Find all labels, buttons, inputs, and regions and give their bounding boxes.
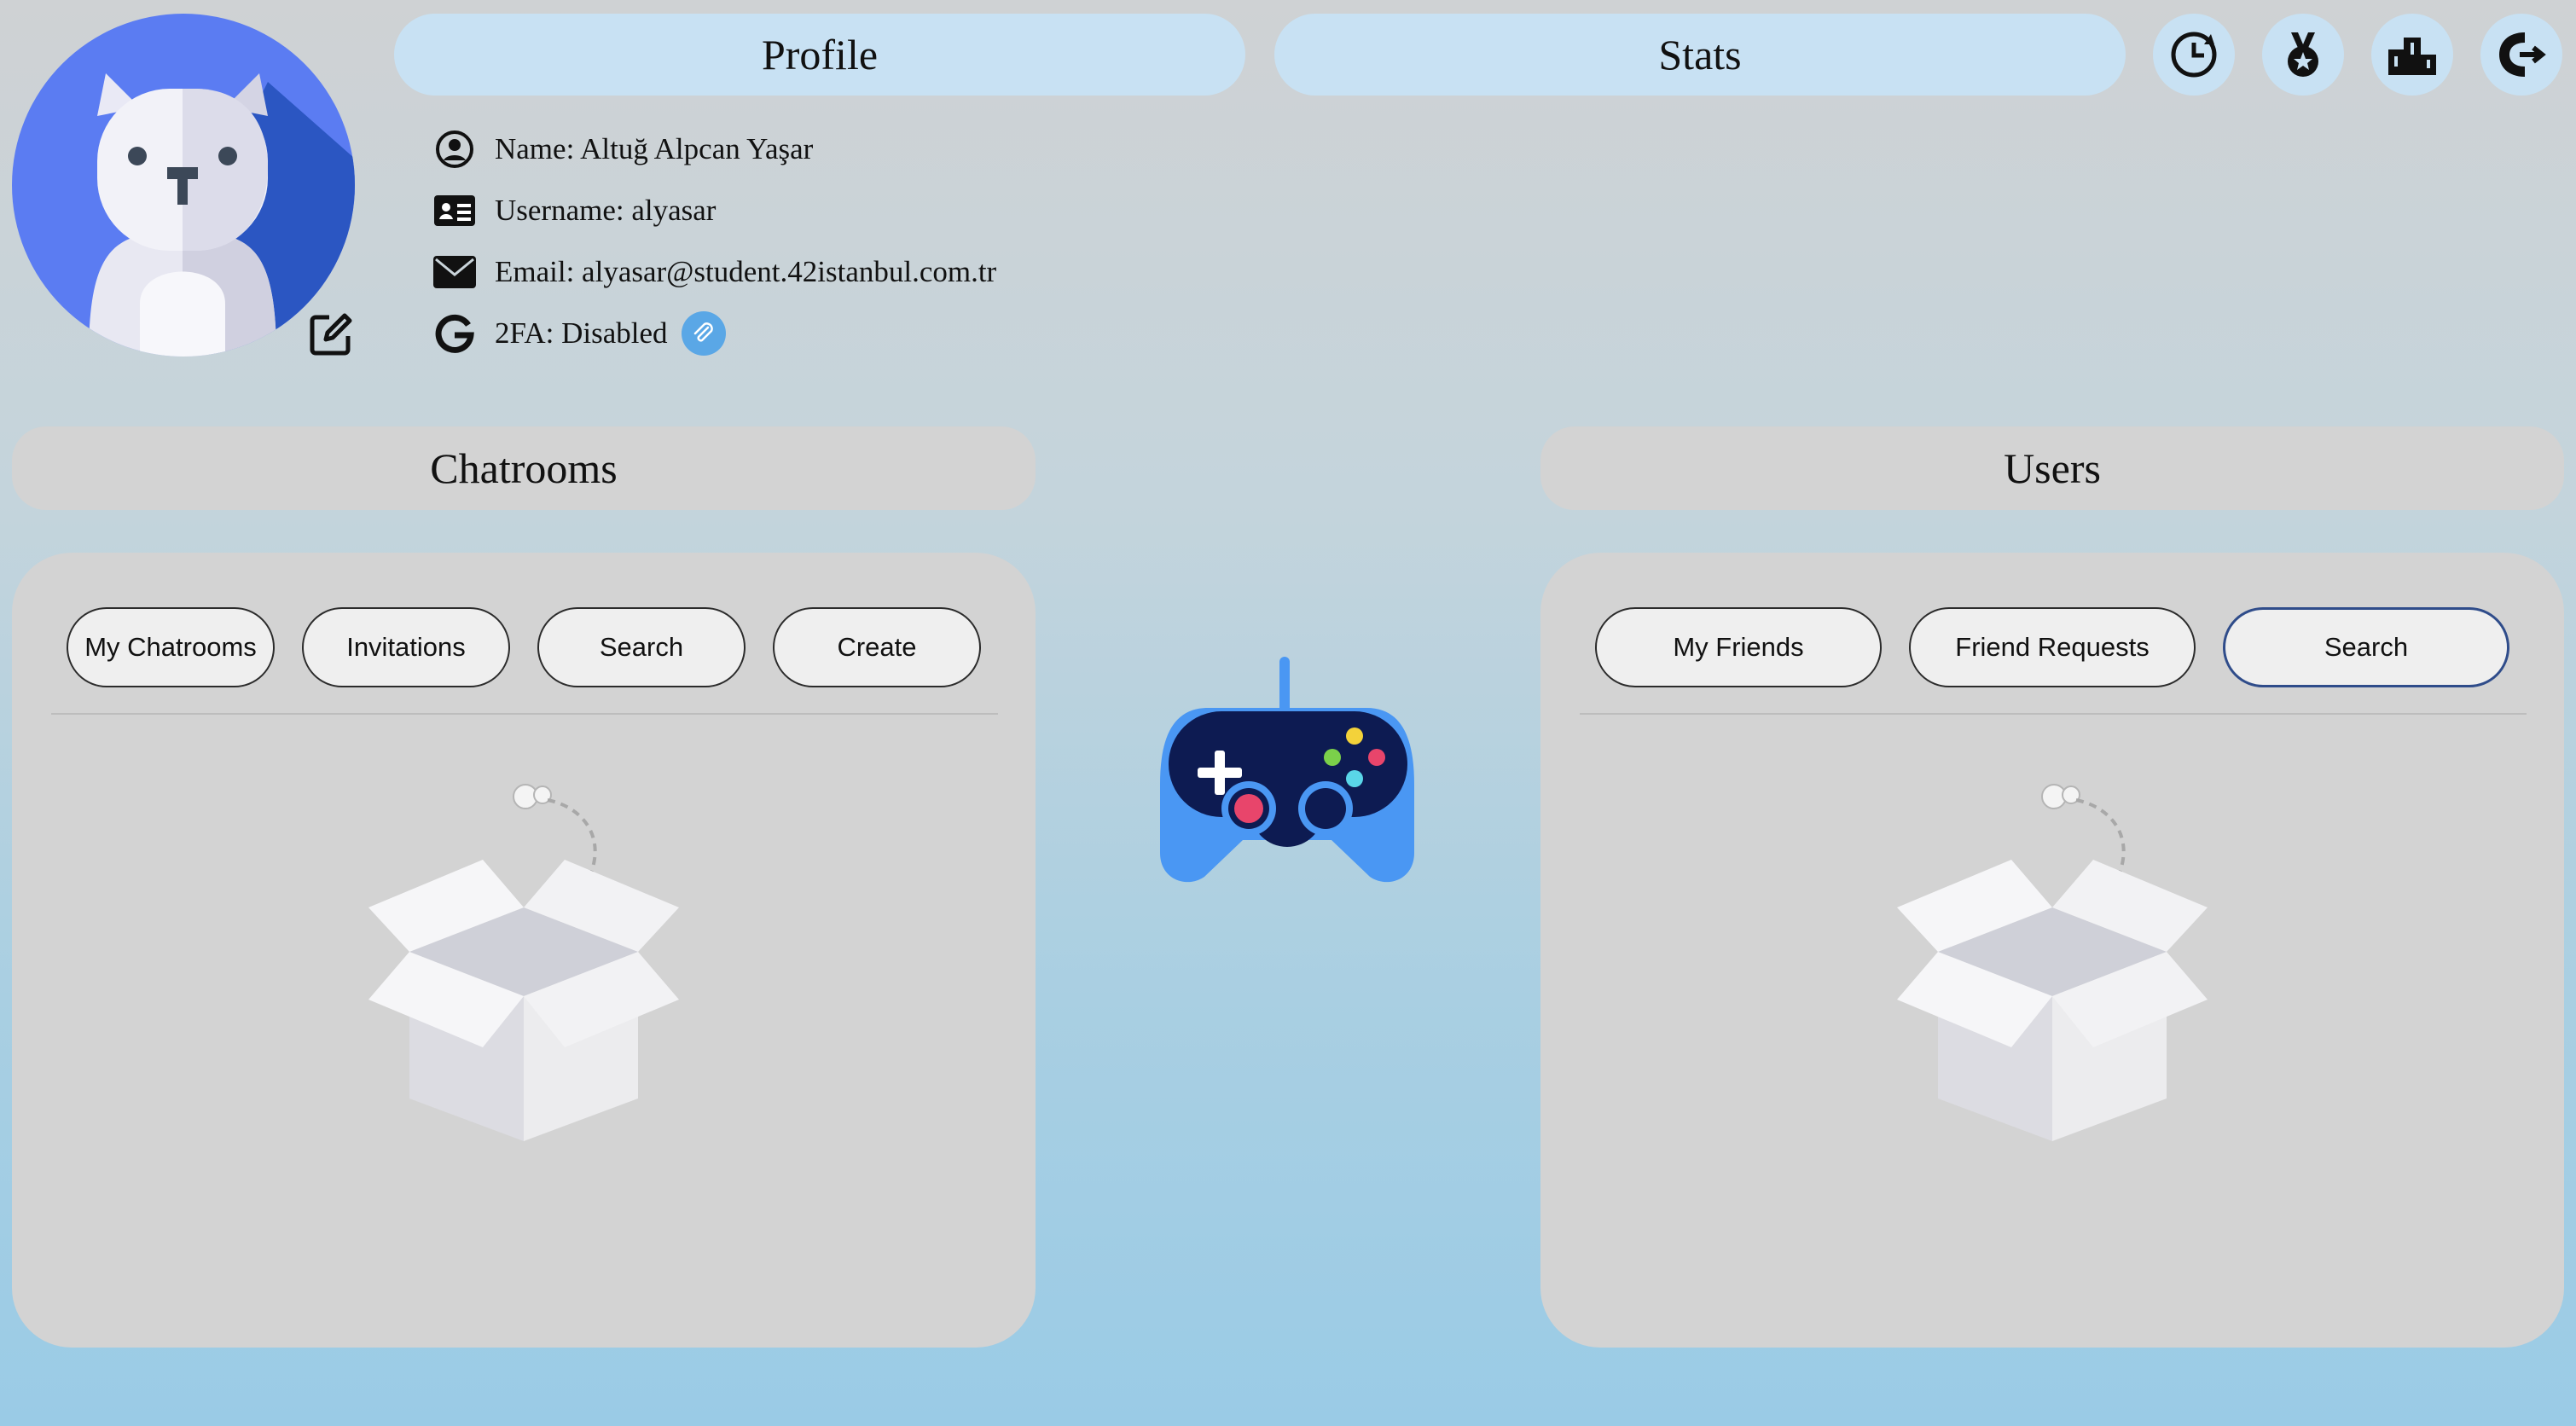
profile-2fa-status: 2FA: Disabled bbox=[495, 316, 668, 350]
profile-name: Name: Altuğ Alpcan Yaşar bbox=[495, 132, 814, 165]
create-chatroom-button[interactable]: Create bbox=[773, 607, 981, 687]
chatrooms-title: Chatrooms bbox=[12, 426, 1036, 510]
logout-button[interactable] bbox=[2480, 14, 2562, 96]
2fa-link-button[interactable] bbox=[681, 311, 726, 356]
my-friends-button[interactable]: My Friends bbox=[1595, 607, 1882, 687]
play-game-gamepad-icon[interactable] bbox=[1157, 657, 1418, 889]
leaderboard-button[interactable] bbox=[2371, 14, 2453, 96]
history-button[interactable] bbox=[2153, 14, 2235, 96]
podium-icon bbox=[2388, 38, 2436, 75]
chatroom-search-button[interactable]: Search bbox=[537, 607, 746, 687]
tab-stats[interactable]: Stats bbox=[1274, 14, 2126, 96]
divider bbox=[51, 713, 998, 715]
paperclip-icon bbox=[693, 322, 713, 342]
medal-icon bbox=[2288, 32, 2318, 77]
cat-avatar-image bbox=[12, 14, 355, 356]
invitations-button[interactable]: Invitations bbox=[302, 607, 510, 687]
empty-box-icon bbox=[368, 784, 679, 1141]
profile-username-row: Username: alyasar bbox=[432, 188, 716, 234]
users-title: Users bbox=[1540, 426, 2564, 510]
logout-icon bbox=[2499, 32, 2546, 77]
tab-profile[interactable]: Profile bbox=[394, 14, 1245, 96]
empty-box-icon bbox=[1897, 784, 2208, 1141]
chatrooms-panel: My Chatrooms Invitations Search Create bbox=[12, 553, 1036, 1348]
divider bbox=[1580, 713, 2527, 715]
profile-email-row: Email: alyasar@student.42istanbul.com.tr bbox=[432, 249, 996, 295]
google-icon bbox=[432, 310, 478, 356]
edit-avatar-icon[interactable] bbox=[304, 307, 358, 362]
users-search-button[interactable]: Search bbox=[2223, 607, 2509, 687]
profile-name-row: Name: Altuğ Alpcan Yaşar bbox=[432, 126, 813, 172]
my-chatrooms-button[interactable]: My Chatrooms bbox=[67, 607, 275, 687]
profile-username: Username: alyasar bbox=[495, 194, 717, 227]
history-icon bbox=[2171, 32, 2217, 78]
user-circle-icon bbox=[432, 126, 478, 172]
profile-avatar bbox=[12, 14, 355, 356]
friend-requests-button[interactable]: Friend Requests bbox=[1909, 607, 2196, 687]
users-panel: My Friends Friend Requests Search bbox=[1540, 553, 2564, 1348]
achievements-button[interactable] bbox=[2262, 14, 2344, 96]
id-card-icon bbox=[432, 188, 478, 234]
profile-email: Email: alyasar@student.42istanbul.com.tr bbox=[495, 255, 997, 288]
envelope-icon bbox=[432, 249, 478, 295]
profile-2fa-row: 2FA: Disabled bbox=[432, 310, 726, 356]
